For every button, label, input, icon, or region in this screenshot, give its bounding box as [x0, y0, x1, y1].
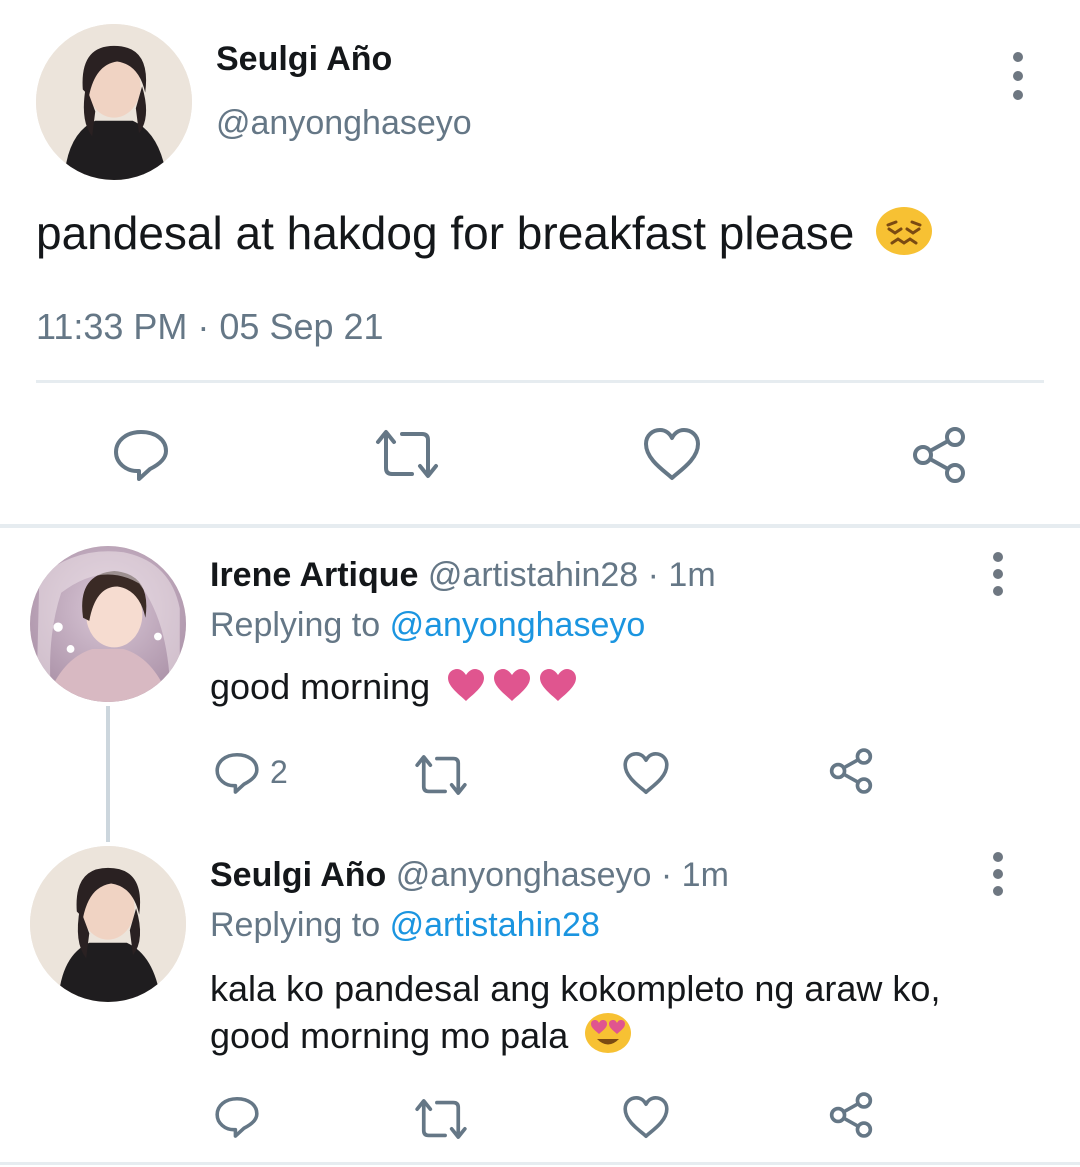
like-icon[interactable]	[642, 426, 702, 482]
section-divider	[0, 524, 1080, 528]
main-tweet-divider	[36, 380, 1044, 383]
share-icon[interactable]	[826, 746, 876, 796]
replying-to-label: Replying to	[210, 606, 381, 644]
reply-2-meta[interactable]: @anyonghaseyo · 1m	[396, 856, 729, 894]
replying-to-mention[interactable]: @anyonghaseyo	[390, 606, 646, 644]
more-options-icon[interactable]	[978, 852, 1018, 896]
reply-2-text-line-1: kala ko pandesal ang kokompleto ng araw …	[210, 968, 941, 1009]
reply-1-header: Irene Artique @artistahin28 · 1m	[210, 556, 716, 595]
heart-eyes-face-icon	[584, 1012, 632, 1065]
reply-1-display-name[interactable]: Irene Artique	[210, 556, 418, 594]
thread-connector-line	[106, 706, 110, 842]
reply-1-text: good morning	[210, 666, 582, 712]
reply-count: 2	[270, 754, 288, 790]
like-icon[interactable]	[622, 1094, 670, 1140]
reply-2-replying-to: Replying to @artistahin28	[210, 906, 600, 945]
reply-2-header: Seulgi Año @anyonghaseyo · 1m	[210, 856, 729, 895]
share-icon[interactable]	[826, 1090, 876, 1140]
reply-icon[interactable]	[112, 426, 170, 484]
main-tweet-display-name[interactable]: Seulgi Año	[216, 40, 392, 79]
main-tweet-handle[interactable]: @anyonghaseyo	[216, 104, 472, 143]
reply-1-avatar[interactable]	[30, 546, 186, 702]
reply-1-meta[interactable]: @artistahin28 · 1m	[428, 556, 716, 594]
main-tweet-avatar[interactable]	[36, 24, 192, 180]
confounded-face-icon	[875, 206, 933, 267]
retweet-icon[interactable]	[372, 426, 442, 482]
reply-2-text-line-2-row: good morning mo pala	[210, 1012, 940, 1065]
reply-1-replying-to: Replying to @anyonghaseyo	[210, 606, 645, 645]
reply-2-avatar[interactable]	[30, 846, 186, 1002]
pink-hearts-icon	[446, 667, 582, 712]
main-tweet-text-content: pandesal at hakdog for breakfast please	[36, 207, 855, 259]
like-icon[interactable]	[622, 750, 670, 796]
main-tweet-timestamp[interactable]: 11:33 PM · 05 Sep 21	[36, 306, 384, 348]
more-options-icon[interactable]	[998, 52, 1038, 100]
more-options-icon[interactable]	[978, 552, 1018, 596]
reply-icon[interactable]	[214, 750, 260, 796]
reply-2-text-line-2: good morning mo pala	[210, 1015, 569, 1057]
main-tweet-text: pandesal at hakdog for breakfast please	[36, 206, 933, 267]
replying-to-label: Replying to	[210, 906, 381, 944]
reply-2-text: kala ko pandesal ang kokompleto ng araw …	[210, 966, 940, 1065]
bottom-divider	[0, 1162, 1080, 1165]
reply-icon[interactable]	[214, 1094, 260, 1140]
replying-to-mention[interactable]: @artistahin28	[390, 906, 600, 944]
reply-2-display-name[interactable]: Seulgi Año	[210, 856, 386, 894]
retweet-icon[interactable]	[412, 752, 470, 798]
retweet-icon[interactable]	[412, 1096, 470, 1142]
share-icon[interactable]	[908, 424, 970, 486]
reply-1-text-content: good morning	[210, 666, 431, 707]
